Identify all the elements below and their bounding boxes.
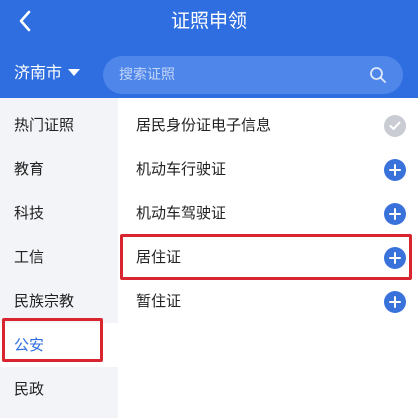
plus-icon[interactable]	[384, 203, 406, 225]
app-header: 证照申领 济南市	[0, 0, 418, 98]
sidebar-item-public-security[interactable]: 公安	[0, 323, 118, 367]
search-icon[interactable]	[369, 66, 387, 84]
sidebar-item-ethnic-religion[interactable]: 民族宗教	[0, 279, 118, 323]
list-item-label: 机动车行驶证	[136, 160, 227, 178]
list-item-driver-license[interactable]: 机动车驾驶证	[118, 191, 418, 235]
plus-icon[interactable]	[384, 291, 406, 313]
list-item-vehicle-license[interactable]: 机动车行驶证	[118, 147, 418, 191]
search-bar[interactable]	[103, 56, 403, 94]
sidebar-item-civil-affairs[interactable]: 民政	[0, 367, 118, 411]
caret-down-icon	[68, 69, 81, 76]
plus-icon[interactable]	[384, 159, 406, 181]
category-sidebar: 热门证照 教育 科技 工信 民族宗教 公安 民政	[0, 98, 118, 418]
page-title: 证照申领	[170, 10, 247, 32]
list-item-label: 居民身份证电子信息	[136, 116, 272, 134]
sidebar-item-education[interactable]: 教育	[0, 147, 118, 191]
city-label: 济南市	[14, 63, 63, 82]
check-icon	[384, 115, 406, 137]
list-item-label: 机动车驾驶证	[136, 204, 227, 222]
list-item-temporary-residence-permit[interactable]: 暂住证	[118, 279, 418, 323]
list-item-residence-permit[interactable]: 居住证	[118, 235, 418, 279]
plus-icon[interactable]	[384, 247, 406, 269]
list-item-label: 居住证	[136, 248, 182, 266]
sidebar-item-industry[interactable]: 工信	[0, 235, 118, 279]
search-input[interactable]	[119, 67, 369, 83]
sidebar-item-hot[interactable]: 热门证照	[0, 103, 118, 147]
list-item-label: 暂住证	[136, 292, 182, 310]
sidebar-item-technology[interactable]: 科技	[0, 191, 118, 235]
city-selector[interactable]: 济南市	[14, 60, 81, 86]
list-item-id-card[interactable]: 居民身份证电子信息	[118, 103, 418, 147]
